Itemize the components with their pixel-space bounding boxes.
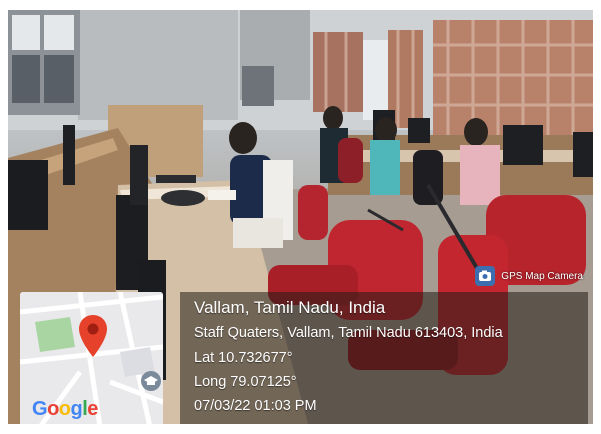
place-name: Vallam, Tamil Nadu, India: [194, 298, 386, 317]
google-logo-letter: o: [58, 398, 71, 420]
date-time: 07/03/22 01:03 PM: [194, 398, 317, 414]
google-logo-letter: o: [47, 398, 59, 420]
google-logo-letter: g: [70, 398, 83, 420]
gps-badge-label: GPS Map Camera: [501, 270, 583, 282]
graduation-cap-icon: [141, 371, 161, 391]
location-pin-icon: [79, 315, 107, 357]
gps-map-camera-badge: GPS Map Camera: [475, 266, 583, 286]
longitude: Long 79.07125°: [194, 374, 297, 390]
camera-icon: [475, 266, 496, 286]
photo-frame: GPS Map Camera Google Vallam, Tamil Nadu…: [8, 10, 593, 424]
google-logo-letter: G: [32, 398, 48, 420]
latitude: Lat 10.732677°: [194, 350, 293, 366]
location-info-panel: Vallam, Tamil Nadu, India Staff Quaters,…: [180, 292, 588, 424]
google-logo: Google: [32, 398, 98, 421]
street-address: Staff Quaters, Vallam, Tamil Nadu 613403…: [194, 325, 503, 341]
google-logo-letter: e: [87, 398, 98, 420]
map-thumbnail: Google: [20, 292, 163, 424]
